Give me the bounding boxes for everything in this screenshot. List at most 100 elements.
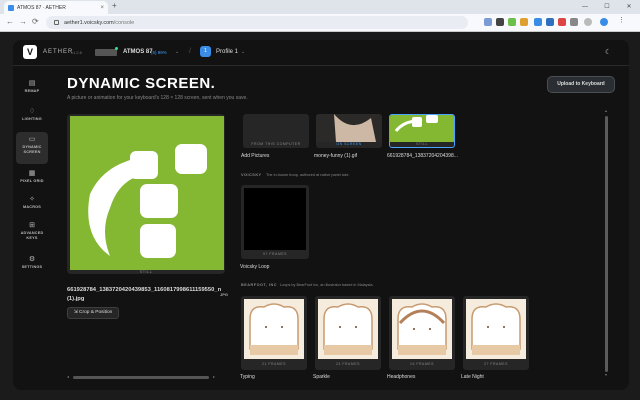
- logo-icon: V: [23, 45, 37, 59]
- moon-icon[interactable]: ☾: [605, 48, 611, 56]
- sidebar-item-macros[interactable]: ✧ MACROS: [16, 192, 48, 220]
- voicsky-loop-tile[interactable]: 97 FRAMES: [241, 185, 309, 259]
- preview-filename: 661928784_1383720420439853_1160817998611…: [67, 287, 222, 302]
- tile-caption: 27 FRAMES: [484, 362, 508, 366]
- headphones-thumbnail: [392, 299, 452, 359]
- sidebar-item-settings[interactable]: ⚙ SETTINGS: [16, 252, 48, 280]
- window-controls: — ☐ ✕: [574, 0, 640, 14]
- tile-name: Add Pictures: [241, 153, 270, 159]
- tile-caption: 24 FRAMES: [336, 362, 360, 366]
- headphones-animation-tile[interactable]: 16 FRAMES: [389, 296, 455, 370]
- money-funny-tile[interactable]: ON SCREEN: [316, 114, 382, 148]
- profile-badge: 1: [200, 46, 211, 57]
- chevron-down-icon[interactable]: ⌄: [175, 49, 179, 55]
- upload-to-keyboard-button[interactable]: Upload to Keyboard: [547, 76, 615, 93]
- crop-icon: ⇲: [73, 310, 78, 315]
- sidebar-item-remap[interactable]: ▤ REMAP: [16, 76, 48, 104]
- sidebar-item-label: SETTINGS: [21, 265, 43, 269]
- minimize-button[interactable]: —: [574, 0, 596, 14]
- address-bar[interactable]: aether1.voicsky.com/console: [46, 16, 468, 29]
- url-path: /console: [113, 19, 135, 26]
- extension-icon[interactable]: [558, 18, 566, 26]
- preview-artwork: [88, 144, 207, 258]
- typing-thumbnail: [244, 299, 304, 359]
- browser-tab-strip: ATMOS 87 · AETHER × + — ☐ ✕: [0, 0, 640, 14]
- crop-button-label: Crop & Position: [79, 310, 113, 315]
- lock-icon: [54, 20, 59, 25]
- close-window-button[interactable]: ✕: [618, 0, 640, 14]
- money-funny-thumbnail: [316, 114, 382, 142]
- vertical-scrollbar[interactable]: ▴ ▾: [605, 108, 609, 378]
- extension-icon[interactable]: [570, 18, 578, 26]
- extension-icon[interactable]: [496, 18, 504, 26]
- scroll-left-icon[interactable]: ◂: [67, 374, 69, 379]
- kebab-menu-icon[interactable]: ⋮: [618, 16, 626, 24]
- connection-status-icon: [115, 47, 118, 50]
- sidebar-item-label: ADVANCED KEYS: [20, 231, 44, 240]
- late-night-animation-tile[interactable]: 27 FRAMES: [463, 296, 529, 370]
- scroll-down-icon[interactable]: ▾: [605, 372, 607, 377]
- device-selector[interactable]: ATMOS 87: [123, 49, 153, 55]
- section-description: Loops by BearFoot Inc, an illustrator ba…: [280, 283, 374, 287]
- profile-selector[interactable]: Profile 1: [216, 49, 238, 55]
- gear-icon: ⚙: [28, 256, 36, 263]
- reload-icon[interactable]: ⟳: [32, 17, 39, 26]
- sidebar-item-dynamic-screen[interactable]: ▭ DYNAMIC SCREEN: [16, 132, 48, 164]
- tile-caption: FROM THIS COMPUTER: [251, 142, 301, 146]
- section-title: VOICSKY: [241, 173, 262, 177]
- selected-image-thumbnail: [390, 115, 454, 142]
- extension-icon[interactable]: [508, 18, 516, 26]
- avatar[interactable]: [600, 18, 608, 26]
- chevron-down-icon[interactable]: ⌄: [241, 49, 245, 55]
- scroll-right-icon[interactable]: ▸: [213, 374, 215, 379]
- selected-image-tile[interactable]: STILL: [389, 114, 455, 148]
- monitor-icon: ▭: [28, 136, 36, 143]
- extension-icon[interactable]: [484, 18, 492, 26]
- scroll-up-icon[interactable]: ▴: [605, 108, 607, 113]
- extension-icon[interactable]: [546, 18, 554, 26]
- favicon-icon: [8, 4, 14, 11]
- sidebar-item-label: DYNAMIC SCREEN: [22, 145, 42, 154]
- sparkle-thumbnail: [318, 299, 378, 359]
- scrollbar-thumb[interactable]: [73, 376, 209, 379]
- browser-toolbar: ← → ⟳ aether1.voicsky.com/console ⋮: [0, 14, 640, 32]
- late-night-thumbnail: [466, 299, 526, 359]
- lightbulb-icon: ♢: [28, 108, 36, 115]
- tile-name: Headphones: [387, 374, 416, 380]
- sidebar-item-pixel-grid[interactable]: ▦ PIXEL GRID: [16, 166, 48, 194]
- brand-name: AETHER: [43, 49, 74, 55]
- sidebar-item-label: PIXEL GRID: [20, 179, 44, 183]
- grid-icon: ▦: [28, 170, 36, 177]
- browser-tab-title: ATMOS 87 · AETHER: [17, 4, 66, 11]
- file-type-badge: JPG: [220, 292, 229, 297]
- tile-name: Voicsky Loop: [240, 264, 270, 270]
- sidebar-item-advanced-keys[interactable]: ⊞ ADVANCED KEYS: [16, 218, 48, 250]
- horizontal-scrollbar[interactable]: ◂ ▸: [67, 374, 215, 379]
- app-header: V AETHER v1.2.6 ATMOS 87 (5) 99% ⌄ / 1 P…: [13, 40, 629, 66]
- sidebar-item-label: MACROS: [22, 205, 42, 209]
- new-tab-button[interactable]: +: [112, 1, 117, 10]
- tile-name: Sparkle: [313, 374, 330, 380]
- add-pictures-tile[interactable]: FROM THIS COMPUTER: [243, 114, 309, 148]
- extension-icon[interactable]: [520, 18, 528, 26]
- scrollbar-thumb[interactable]: [605, 116, 608, 372]
- avatar[interactable]: [584, 18, 592, 26]
- sidebar-item-lighting[interactable]: ♢ LIGHTING: [16, 104, 48, 132]
- tab-close-icon[interactable]: ×: [100, 5, 104, 11]
- typing-animation-tile[interactable]: 21 FRAMES: [241, 296, 307, 370]
- sparkle-animation-tile[interactable]: 24 FRAMES: [315, 296, 381, 370]
- voicsky-loop-thumbnail: [244, 188, 306, 250]
- tile-name: Typing: [240, 374, 255, 380]
- tile-name: money-funny (1).gif: [314, 153, 358, 159]
- crop-position-button[interactable]: ⇲ Crop & Position: [67, 307, 119, 319]
- sidebar-item-label: REMAP: [24, 89, 40, 93]
- tile-caption: 16 FRAMES: [410, 362, 434, 366]
- maximize-button[interactable]: ☐: [596, 0, 618, 14]
- forward-icon[interactable]: →: [19, 17, 27, 26]
- back-icon[interactable]: ←: [6, 17, 14, 26]
- keyboard-icon: ▤: [28, 80, 36, 87]
- keyboard-icon: [95, 49, 117, 56]
- browser-tab[interactable]: ATMOS 87 · AETHER ×: [4, 1, 108, 14]
- extension-icon[interactable]: [534, 18, 542, 26]
- battery-status: (5) 99%: [151, 50, 167, 55]
